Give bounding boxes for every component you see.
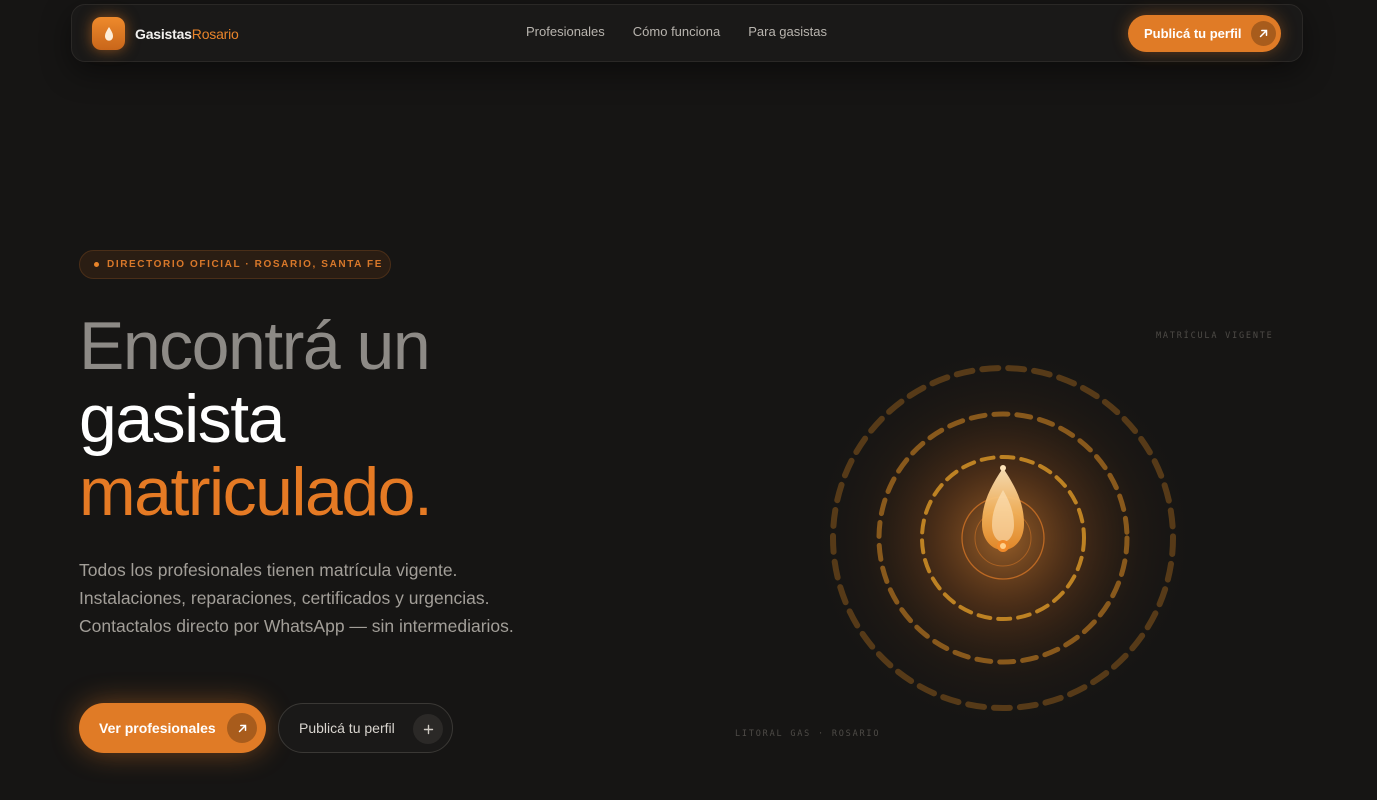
badge-dot-icon bbox=[94, 262, 99, 267]
view-professionals-label: Ver profesionales bbox=[99, 720, 216, 736]
badge-text: DIRECTORIO OFICIAL · ROSARIO, SANTA FE bbox=[107, 259, 383, 270]
publish-profile-hero-button[interactable]: Publicá tu perfil bbox=[278, 703, 453, 753]
page: GasistasRosario Profesionales Cómo funci… bbox=[0, 0, 1377, 800]
publish-profile-hero-label: Publicá tu perfil bbox=[299, 720, 395, 736]
navbar: GasistasRosario Profesionales Cómo funci… bbox=[71, 4, 1303, 62]
brand-name-secondary: Rosario bbox=[191, 25, 239, 42]
view-professionals-button[interactable]: Ver profesionales bbox=[79, 703, 266, 753]
flame-base-dot-center bbox=[1000, 543, 1006, 549]
headline-line-2: gasista bbox=[79, 381, 285, 457]
brand-name: GasistasRosario bbox=[135, 26, 239, 42]
concentric-rings-graphic bbox=[803, 338, 1203, 738]
headline-line-1: Encontrá un bbox=[79, 308, 431, 384]
arrow-up-right-icon bbox=[227, 713, 257, 743]
hero-headline: Encontrá un gasista matriculado. bbox=[79, 308, 433, 530]
flame-logo-icon bbox=[92, 17, 125, 50]
flame-tip-dot bbox=[1000, 465, 1006, 471]
hero-description: Todos los profesionales tienen matrícula… bbox=[79, 560, 514, 636]
headline-line-3: matriculado. bbox=[79, 454, 433, 530]
directory-badge: DIRECTORIO OFICIAL · ROSARIO, SANTA FE bbox=[79, 250, 391, 279]
plus-icon bbox=[413, 714, 443, 744]
publish-profile-nav-label: Publicá tu perfil bbox=[1144, 26, 1242, 41]
publish-profile-nav-button[interactable]: Publicá tu perfil bbox=[1128, 15, 1281, 52]
nav-links: Profesionales Cómo funciona Para gasista… bbox=[526, 24, 827, 39]
flame-visual: MATRÍCULA VIGENTE LITORAL GAS · ROSARIO bbox=[735, 320, 1290, 760]
brand-logo-link[interactable]: GasistasRosario bbox=[92, 17, 239, 50]
nav-link-como-funciona[interactable]: Cómo funciona bbox=[633, 24, 720, 39]
nav-link-profesionales[interactable]: Profesionales bbox=[526, 24, 605, 39]
nav-link-para-gasistas[interactable]: Para gasistas bbox=[748, 24, 827, 39]
arrow-up-right-icon bbox=[1251, 21, 1276, 46]
brand-name-primary: Gasistas bbox=[135, 25, 192, 42]
